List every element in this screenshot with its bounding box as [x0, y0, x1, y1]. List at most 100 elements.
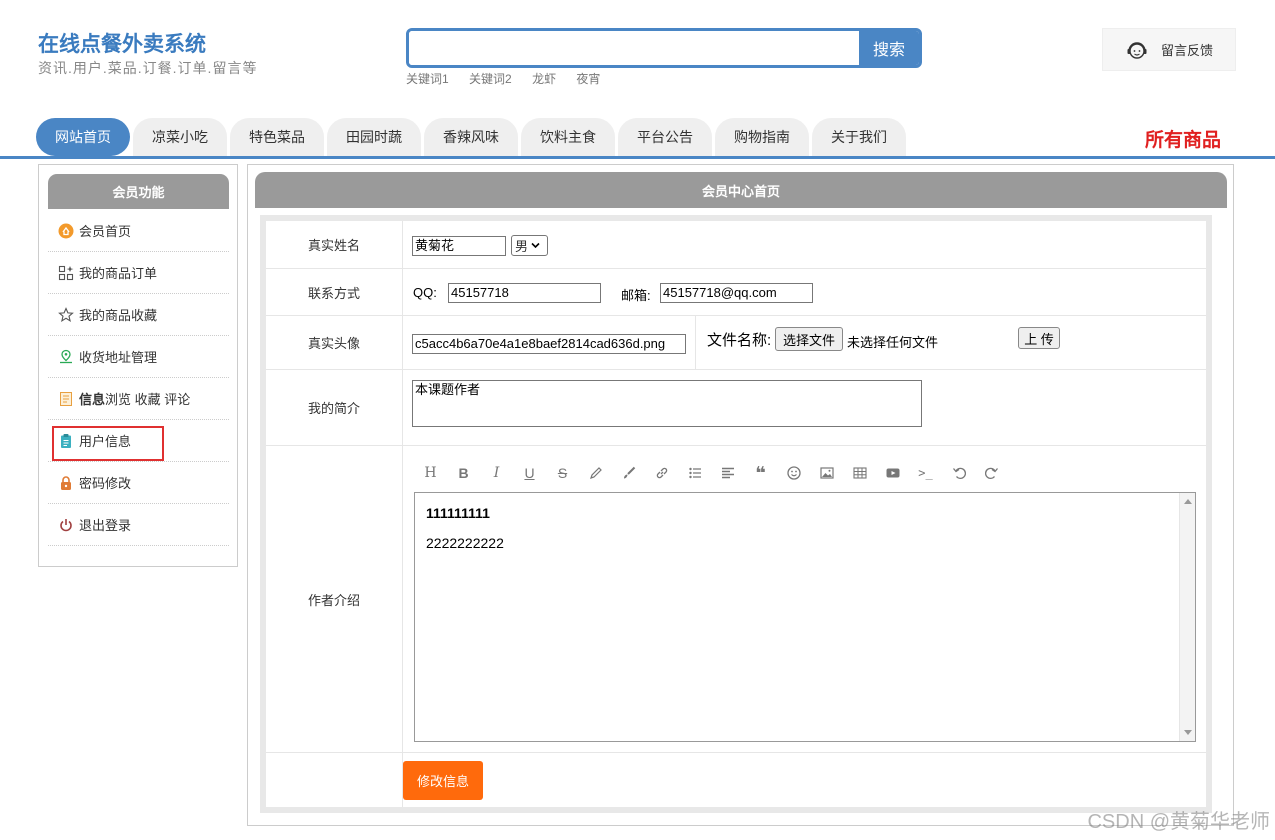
sidebar-item-label: 密码修改: [79, 476, 132, 491]
nav-item-about[interactable]: 关于我们: [812, 118, 906, 156]
panel-title: 会员中心首页: [255, 172, 1227, 208]
upload-button[interactable]: 上 传: [1018, 327, 1060, 349]
redo-icon[interactable]: [975, 462, 1008, 484]
field-label: 联系方式: [266, 269, 403, 315]
search-input[interactable]: [409, 31, 861, 65]
search-button[interactable]: 搜索: [859, 31, 919, 65]
sidebar-item-label: 退出登录: [79, 518, 132, 533]
sidebar-item-orders[interactable]: 我的商品订单: [48, 252, 229, 294]
nav-item-drinks-staples[interactable]: 饮料主食: [521, 118, 615, 156]
sidebar-item-address[interactable]: 收货地址管理: [48, 336, 229, 378]
sidebar-item-favorites[interactable]: 我的商品收藏: [48, 294, 229, 336]
heading-icon[interactable]: H: [414, 462, 447, 484]
member-main-panel: 会员中心首页 真实姓名 黄菊花 男 联系方式 QQ: 45157718 邮箱: …: [247, 164, 1234, 826]
nav-divider: [0, 156, 1275, 159]
sidebar-item-label: 收货地址管理: [79, 350, 158, 365]
lock-icon: [58, 475, 74, 491]
editor-scrollbar[interactable]: [1179, 493, 1195, 741]
location-icon: [58, 349, 74, 365]
underline-icon[interactable]: U: [513, 462, 546, 484]
sidebar-item-member-home[interactable]: 会员首页: [48, 210, 229, 252]
quote-icon[interactable]: ❝: [744, 462, 777, 484]
sidebar-item-info-browse[interactable]: 信息 浏览 收藏 评论: [48, 378, 229, 420]
italic-icon[interactable]: I: [480, 462, 513, 484]
keyword-link[interactable]: 龙虾: [532, 72, 556, 86]
sidebar-item-label-bold: 信息: [79, 392, 106, 407]
align-icon[interactable]: [711, 462, 744, 484]
rich-text-editor[interactable]: 111111111 2222222222: [414, 492, 1196, 742]
editor-toolbar: H B I U S ❝ >_: [414, 462, 1008, 484]
headset-icon: [1127, 41, 1147, 59]
orders-icon: [58, 265, 74, 281]
form-row-contact: 联系方式 QQ: 45157718 邮箱: 45157718@qq.com: [266, 269, 1206, 316]
strikethrough-icon[interactable]: S: [546, 462, 579, 484]
qq-label: QQ:: [413, 285, 437, 300]
nav-item-vegetables[interactable]: 田园时蔬: [327, 118, 421, 156]
form-row-avatar: 真实头像 c5acc4b6a70e4a1e8baef2814cad636d.pn…: [266, 316, 1206, 370]
nav-item-shopping-guide[interactable]: 购物指南: [715, 118, 809, 156]
sidebar-item-label: 会员首页: [79, 224, 132, 239]
pen-icon[interactable]: [579, 462, 612, 484]
nav-item-spicy[interactable]: 香辣风味: [424, 118, 518, 156]
nav-item-specialties[interactable]: 特色菜品: [230, 118, 324, 156]
all-goods-link[interactable]: 所有商品: [1145, 125, 1221, 152]
sidebar-item-logout[interactable]: 退出登录: [48, 504, 229, 546]
code-icon[interactable]: >_: [909, 462, 942, 484]
bio-textarea[interactable]: 本课题作者: [412, 380, 922, 427]
real-name-input[interactable]: 黄菊花: [412, 236, 506, 256]
gender-select[interactable]: 男: [511, 235, 548, 256]
sidebar-item-user-info[interactable]: 用户信息: [48, 420, 229, 462]
gender-value: 男: [515, 239, 529, 254]
site-title: 在线点餐外卖系统: [38, 33, 206, 56]
video-icon[interactable]: [876, 462, 909, 484]
sidebar-menu: 会员首页 我的商品订单 我的商品收藏 收货地址管理 信息 浏览 收藏 评论 用户…: [48, 210, 229, 546]
nav-item-home[interactable]: 网站首页: [36, 118, 130, 156]
form-row-submit: 修改信息: [266, 753, 1206, 807]
email-input[interactable]: 45157718@qq.com: [660, 283, 813, 303]
brush-icon[interactable]: [612, 462, 645, 484]
sidebar-item-label: 浏览 收藏 评论: [105, 392, 191, 407]
keyword-link[interactable]: 关键词1: [406, 72, 449, 86]
form-row-author: 作者介绍 H B I U S ❝ >_ 111111111 2222222222: [266, 446, 1206, 753]
image-icon[interactable]: [810, 462, 843, 484]
keyword-list: 关键词1 关键词2 龙虾 夜宵: [406, 70, 617, 87]
scroll-up-icon[interactable]: [1184, 499, 1192, 504]
watermark: CSDN @黄菊华老师: [1087, 811, 1270, 833]
keyword-link[interactable]: 夜宵: [576, 72, 600, 86]
no-file-text: 未选择任何文件: [847, 335, 939, 350]
member-sidebar: 会员功能 会员首页 我的商品订单 我的商品收藏 收货地址管理 信息 浏览 收藏 …: [38, 164, 238, 567]
feedback-button[interactable]: 留言反馈: [1102, 28, 1236, 71]
emoji-icon[interactable]: [777, 462, 810, 484]
sidebar-title: 会员功能: [48, 174, 229, 209]
bold-icon[interactable]: B: [447, 462, 480, 484]
table-icon[interactable]: [843, 462, 876, 484]
keyword-link[interactable]: 关键词2: [469, 72, 512, 86]
column-divider: [695, 316, 696, 370]
field-label: 我的简介: [266, 370, 403, 445]
field-label-empty: [266, 753, 403, 807]
sidebar-item-label: 我的商品订单: [79, 266, 158, 281]
main-nav: 网站首页 凉菜小吃 特色菜品 田园时蔬 香辣风味 饮料主食 平台公告 购物指南 …: [36, 118, 909, 156]
power-icon: [58, 517, 74, 533]
sidebar-item-label: 我的商品收藏: [79, 308, 158, 323]
submit-button[interactable]: 修改信息: [403, 761, 483, 800]
field-label: 作者介绍: [266, 446, 403, 752]
scroll-down-icon[interactable]: [1184, 730, 1192, 735]
choose-file-button[interactable]: 选择文件: [775, 327, 843, 351]
nav-item-announcements[interactable]: 平台公告: [618, 118, 712, 156]
undo-icon[interactable]: [942, 462, 975, 484]
avatar-filename-input[interactable]: c5acc4b6a70e4a1e8baef2814cad636d.png: [412, 334, 686, 354]
qq-input[interactable]: 45157718: [448, 283, 601, 303]
editor-line-2: 2222222222: [426, 535, 504, 551]
nav-item-cold-dishes[interactable]: 凉菜小吃: [133, 118, 227, 156]
form-row-name: 真实姓名 黄菊花 男: [266, 221, 1206, 269]
field-label: 真实姓名: [266, 221, 403, 268]
search-bar: 搜索: [406, 28, 922, 68]
list-icon[interactable]: [678, 462, 711, 484]
link-icon[interactable]: [645, 462, 678, 484]
star-icon: [58, 306, 74, 323]
profile-form: 真实姓名 黄菊花 男 联系方式 QQ: 45157718 邮箱: 4515771…: [260, 215, 1212, 813]
form-row-bio: 我的简介 本课题作者: [266, 370, 1206, 446]
sidebar-item-password[interactable]: 密码修改: [48, 462, 229, 504]
editor-line-1: 111111111: [426, 505, 490, 521]
